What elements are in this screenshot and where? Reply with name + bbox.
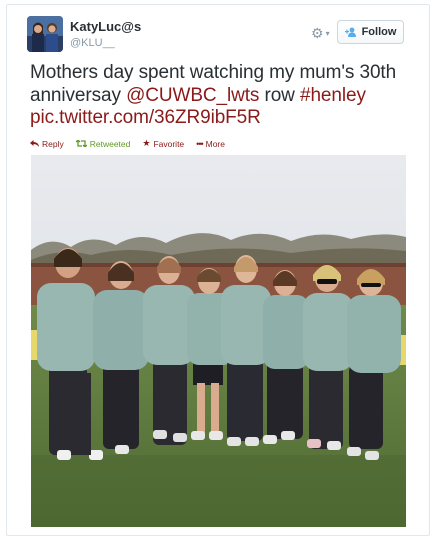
reply-label: Reply [42,138,64,149]
display-name[interactable]: KatyLuc@s [70,19,141,34]
tweet-photo[interactable] [31,155,406,527]
tweet-text: Mothers day spent watching my mum's 30th… [30,62,420,130]
mention-link[interactable]: @CUWBC_lwts [126,85,259,106]
group-photo [31,155,406,527]
reply-icon [30,140,39,147]
caret-down-icon: ▾ [325,28,330,38]
hashtag-link[interactable]: #henley [300,85,366,106]
reply-action[interactable]: Reply [30,138,64,149]
follow-button[interactable]: Follow [337,20,404,44]
avatar[interactable] [27,16,63,52]
tweet-actions: Reply Retweeted ★ Favorite ••• More [30,138,225,149]
media-link[interactable]: pic.twitter.com/36ZR9ibF5R [30,107,261,128]
user-handle[interactable]: @KLU__ [70,37,115,49]
favorite-label: Favorite [153,138,185,149]
add-user-icon [344,27,356,37]
star-icon: ★ [142,138,151,148]
more-action[interactable]: ••• More [196,138,225,149]
follow-label: Follow [361,26,397,38]
user-actions-dropdown[interactable]: ⚙ ▾ [311,25,337,41]
gear-icon: ⚙ [311,24,324,41]
more-label: More [205,138,225,149]
retweet-action[interactable]: Retweeted [75,138,131,149]
tweet-text-part: row [259,84,300,106]
retweet-label: Retweeted [89,138,131,149]
more-icon: ••• [196,138,204,149]
retweet-icon [75,140,87,147]
favorite-action[interactable]: ★ Favorite [142,138,184,149]
